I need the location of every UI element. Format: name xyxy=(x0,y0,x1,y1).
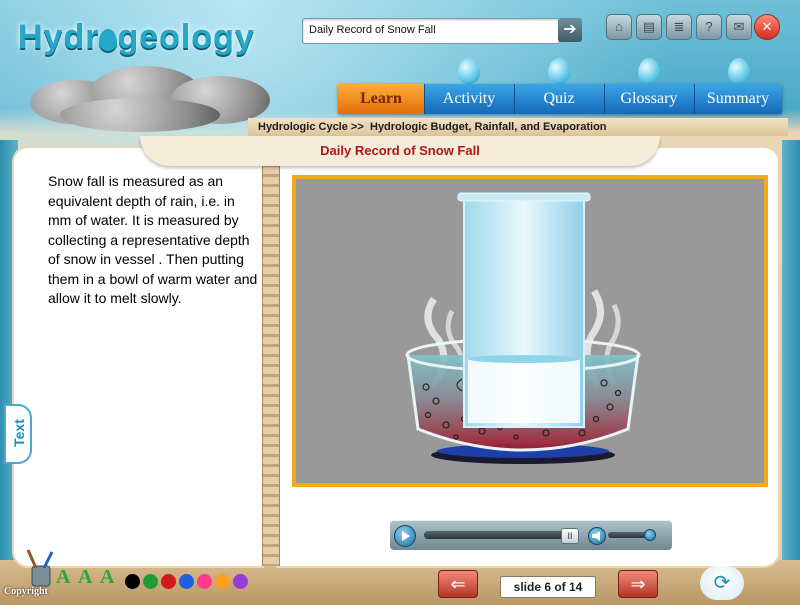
text-side-tab[interactable]: Text xyxy=(4,404,32,464)
breadcrumb-current: Hydrologic Budget, Rainfall, and Evapora… xyxy=(370,121,607,133)
search-value: Daily Record of Snow Fall xyxy=(309,24,436,36)
breadcrumb-parent[interactable]: Hydrologic Cycle >> xyxy=(258,121,364,133)
melted-water xyxy=(468,359,580,423)
water-drop-icon xyxy=(99,29,118,51)
color-swatch-blue[interactable] xyxy=(179,574,194,589)
tab-activity[interactable]: Activity xyxy=(424,84,515,114)
page-title: Daily Record of Snow Fall xyxy=(320,143,480,158)
arrow-left-icon: ⇐ xyxy=(450,574,466,594)
slide-counter: slide 6 of 14 xyxy=(500,576,596,598)
speaker-icon xyxy=(592,531,600,541)
panel-divider xyxy=(262,164,280,566)
tab-quiz[interactable]: Quiz xyxy=(514,84,605,114)
help-icon[interactable]: ? xyxy=(696,14,722,40)
next-slide-button[interactable]: ⇒ xyxy=(618,570,658,598)
text-side-tab-label: Text xyxy=(11,419,27,447)
volume-bar[interactable] xyxy=(608,532,648,538)
volume-button[interactable] xyxy=(588,527,606,545)
home-icon[interactable]: ⌂ xyxy=(606,14,632,40)
arrow-right-icon: ⇒ xyxy=(630,574,646,594)
color-swatch-black[interactable] xyxy=(125,574,140,589)
right-water-border xyxy=(782,140,800,605)
water-surface xyxy=(468,355,580,363)
copyright-text: Copyright xyxy=(4,586,48,597)
app-logo: Hydr geology xyxy=(18,18,255,57)
color-swatch-purple[interactable] xyxy=(233,574,248,589)
notes-icon[interactable]: ≣ xyxy=(666,14,692,40)
tab-glossary[interactable]: Glossary xyxy=(604,84,695,114)
mail-icon[interactable]: ✉ xyxy=(726,14,752,40)
color-swatch-pink[interactable] xyxy=(197,574,212,589)
water-drop-icon xyxy=(638,58,660,84)
breadcrumb: Hydrologic Cycle >> Hydrologic Budget, R… xyxy=(248,118,788,136)
print-icon[interactable]: ▤ xyxy=(636,14,662,40)
page-body-text: Snow fall is measured as an equivalent d… xyxy=(48,173,258,306)
volume-thumb[interactable] xyxy=(644,529,656,541)
color-swatch-orange[interactable] xyxy=(215,574,230,589)
media-player: II xyxy=(390,520,672,550)
animation-stage xyxy=(292,175,768,487)
color-swatch-green[interactable] xyxy=(143,574,158,589)
bottom-sand-strip xyxy=(0,560,800,605)
rocks-decoration xyxy=(30,62,270,132)
main-nav: Learn Activity Quiz Glossary Summary xyxy=(338,84,782,114)
font-normal-icon[interactable]: A xyxy=(78,566,92,589)
paint-brush-icon[interactable] xyxy=(24,548,58,588)
snow-melt-illustration xyxy=(405,192,641,464)
water-drop-icon xyxy=(728,58,750,84)
search-go-button[interactable]: ➔ xyxy=(558,18,582,42)
color-swatch-red[interactable] xyxy=(161,574,176,589)
page-title-tab: Daily Record of Snow Fall xyxy=(140,136,660,166)
beaker-lip xyxy=(457,192,591,202)
font-decrease-icon[interactable]: A xyxy=(100,566,114,589)
close-icon[interactable]: ✕ xyxy=(754,14,780,40)
arrow-right-icon: ➔ xyxy=(563,21,577,38)
water-drop-icon xyxy=(458,58,480,84)
seek-bar[interactable] xyxy=(424,531,576,539)
water-drop-icon xyxy=(548,58,570,84)
refresh-icon[interactable]: ⟳ xyxy=(700,566,744,600)
font-increase-icon[interactable]: A xyxy=(56,566,70,589)
seek-thumb[interactable]: II xyxy=(561,528,579,544)
play-icon xyxy=(402,531,410,541)
tab-summary[interactable]: Summary xyxy=(694,84,782,114)
tab-learn[interactable]: Learn xyxy=(338,84,425,114)
previous-slide-button[interactable]: ⇐ xyxy=(438,570,478,598)
search-input[interactable]: Daily Record of Snow Fall xyxy=(302,18,560,44)
logo-text-left: Hydr xyxy=(18,18,100,56)
logo-text-right: geology xyxy=(117,18,255,56)
play-button[interactable] xyxy=(394,525,416,547)
